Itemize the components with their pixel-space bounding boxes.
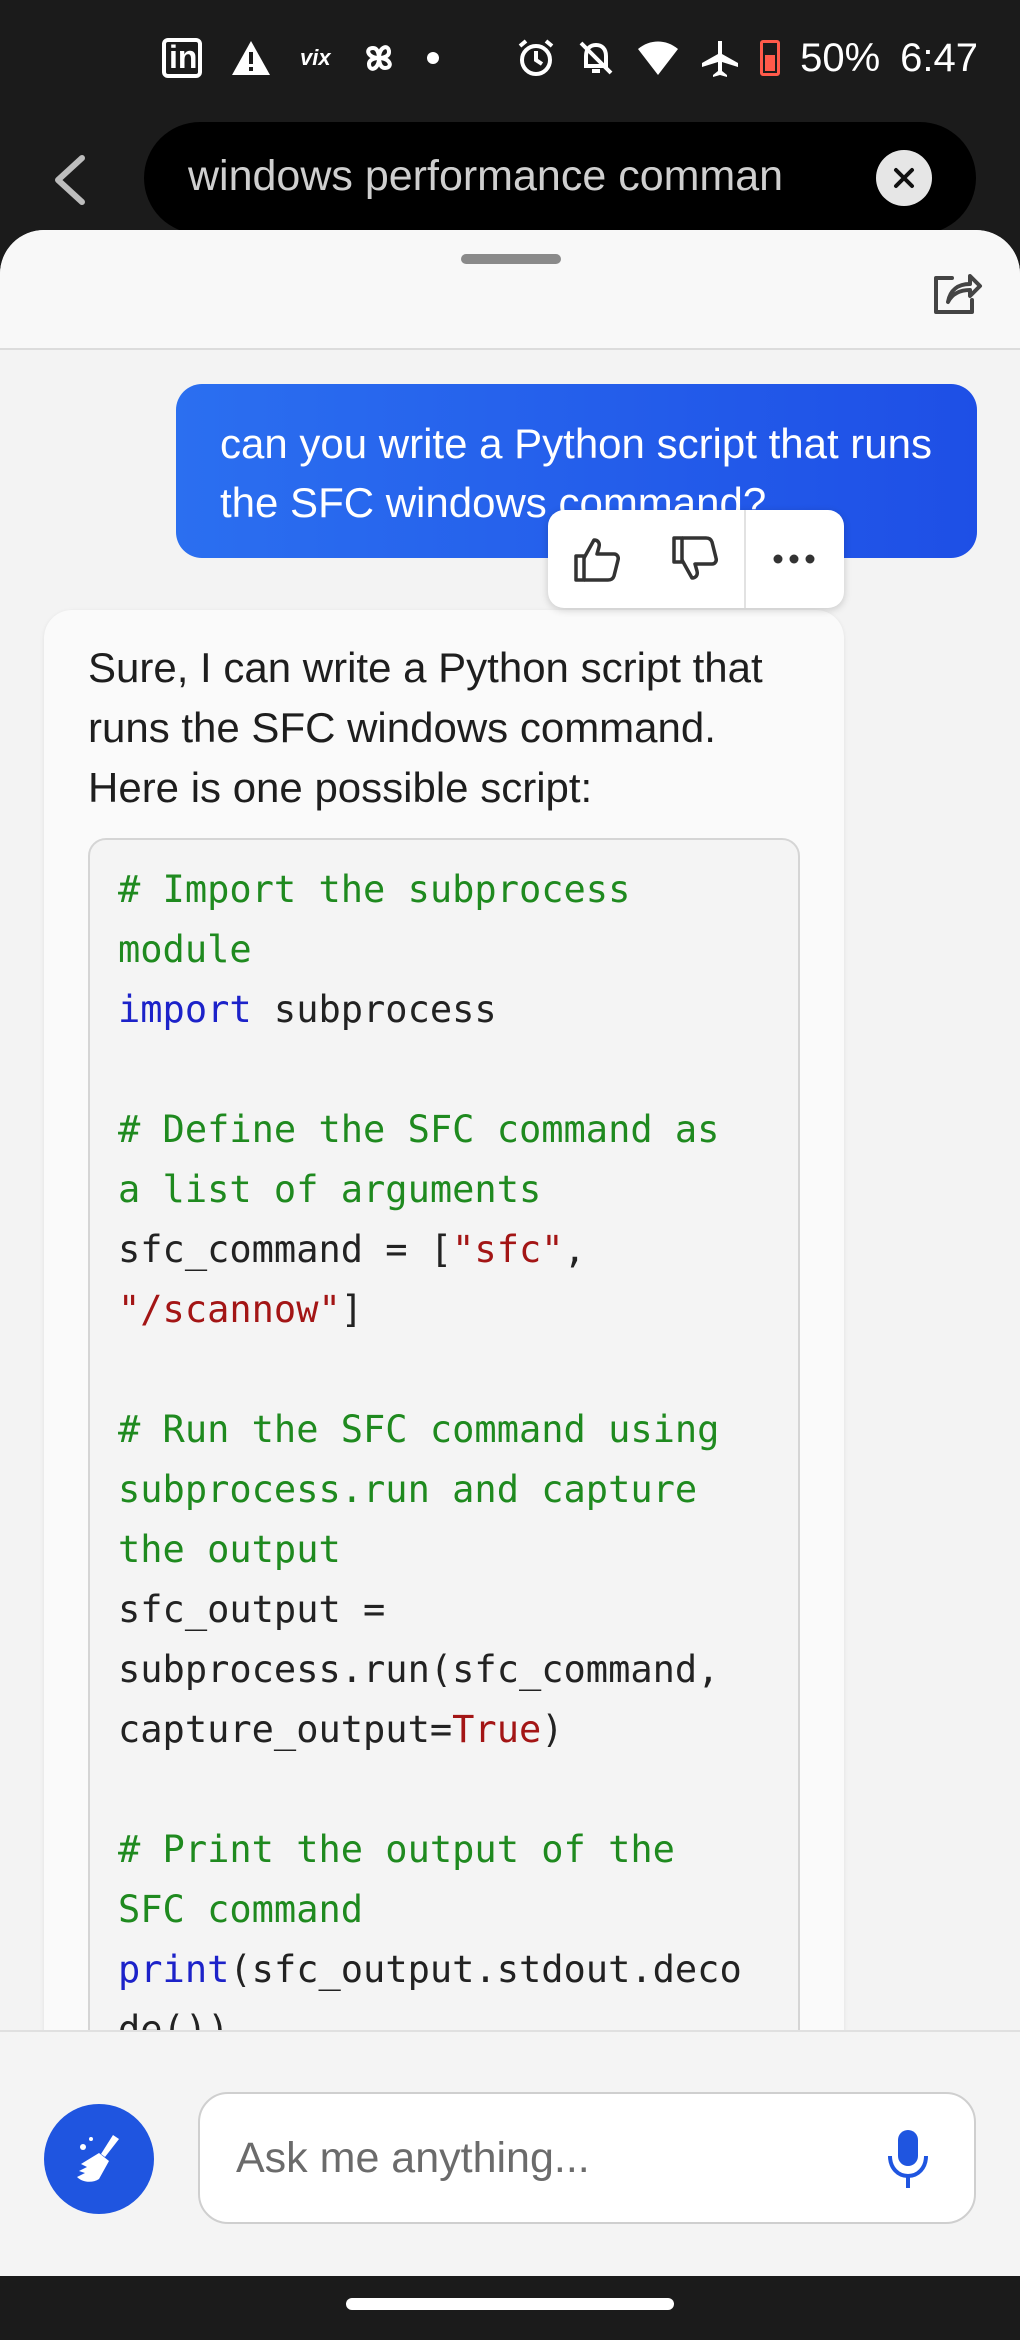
mute-icon [579, 41, 613, 75]
thumbs-down-icon [672, 536, 718, 580]
composer: Ask me anything... [0, 2030, 1020, 2276]
wifi-icon [638, 41, 679, 75]
thumbs-down-button[interactable] [646, 510, 744, 608]
drag-handle[interactable] [461, 254, 561, 264]
code-line: sfc_command = ["sfc", [118, 1220, 770, 1280]
code-token: # Print the output of the [118, 1828, 675, 1871]
battery-percent: 50% [800, 35, 881, 80]
broom-icon [77, 2135, 119, 2182]
microphone-button[interactable] [886, 2128, 930, 2192]
ask-placeholder: Ask me anything... [236, 2134, 590, 2182]
pinwheel-icon [365, 45, 392, 71]
code-token: (sfc_output.stdout.deco [229, 1948, 742, 1991]
clock: 6:47 [900, 35, 978, 80]
share-button[interactable] [928, 264, 984, 320]
more-options-button[interactable] [746, 510, 842, 608]
more-icon [773, 554, 815, 564]
code-token: print [118, 1948, 230, 1991]
thumbs-up-button[interactable] [548, 510, 646, 608]
search-header: windows performance comman [0, 118, 1020, 238]
code-line: subprocess.run and capture [118, 1460, 770, 1520]
code-token: capture_output= [118, 1708, 453, 1751]
code-line: SFC command [118, 1880, 770, 1940]
status-left-icons: in vix [162, 32, 439, 84]
code-token: import [118, 988, 252, 1031]
dot-icon [426, 52, 439, 64]
status-bar: in vix 50% 6:47 [0, 0, 1020, 118]
code-token: ) [541, 1708, 564, 1751]
code-line: the output [118, 1520, 770, 1580]
code-line: # Import the subprocess [118, 860, 770, 920]
close-icon [894, 168, 914, 188]
alarm-icon [518, 39, 554, 76]
code-token: # Run the SFC command using [118, 1408, 720, 1451]
back-arrow-icon [55, 155, 85, 205]
code-line: "/scannow"] [118, 1280, 770, 1340]
code-token: sfc_command = [ [118, 1228, 453, 1271]
code-token: "/scannow" [118, 1288, 341, 1331]
code-line: subprocess.run(sfc_command, [118, 1640, 770, 1700]
code-token: True [452, 1708, 542, 1751]
code-line: a list of arguments [118, 1160, 770, 1220]
code-line: # Define the SFC command as [118, 1100, 770, 1160]
code-token: SFC command [118, 1888, 364, 1931]
vix-icon: vix [300, 45, 331, 70]
code-token: subprocess [251, 988, 497, 1031]
sheet-toolbar [0, 230, 1020, 350]
code-token: "sfc" [452, 1228, 564, 1271]
bot-response-card: Sure, I can write a Python script that r… [44, 610, 844, 2278]
ask-input[interactable]: Ask me anything... [198, 2092, 976, 2224]
code-line: # Print the output of the [118, 1820, 770, 1880]
code-line: # Run the SFC command using [118, 1400, 770, 1460]
warning-icon [232, 41, 270, 75]
battery-icon [760, 40, 781, 76]
microphone-icon [888, 2130, 928, 2188]
code-token: , [563, 1228, 586, 1271]
code-token: # Import the subprocess [118, 868, 631, 911]
code-line: capture_output=True) [118, 1700, 770, 1760]
clear-search-button[interactable] [876, 150, 932, 206]
status-right-icons: 50% 6:47 [516, 32, 978, 84]
search-input[interactable]: windows performance comman [188, 152, 783, 201]
reaction-bar [548, 510, 844, 608]
code-token: # Define the SFC command as [118, 1108, 720, 1151]
code-token: subprocess.run and capture [118, 1468, 698, 1511]
bot-response-text: Sure, I can write a Python script that r… [88, 644, 763, 811]
share-icon [934, 274, 982, 314]
code-line: sfc_output = [118, 1580, 770, 1640]
home-indicator[interactable] [346, 2298, 674, 2310]
code-token: module [118, 928, 252, 971]
code-token: a list of arguments [118, 1168, 542, 1211]
code-token: the output [118, 1528, 341, 1571]
linkedin-icon: in [162, 38, 202, 78]
code-line: print(sfc_output.stdout.deco [118, 1940, 770, 2000]
chat-sheet: can you write a Python script that runs … [0, 230, 1020, 2278]
code-token: ] [340, 1288, 364, 1331]
code-token: sfc_output = [118, 1588, 386, 1631]
code-token: subprocess.run(sfc_command, [118, 1648, 720, 1691]
code-line: module [118, 920, 770, 980]
navigation-bar [0, 2276, 1020, 2340]
airplane-icon [702, 41, 739, 77]
code-line: import subprocess [118, 980, 770, 1040]
new-topic-button[interactable] [44, 2104, 154, 2214]
back-button[interactable] [40, 138, 100, 218]
search-bar[interactable]: windows performance comman [144, 122, 976, 234]
thumbs-up-icon [574, 538, 620, 582]
